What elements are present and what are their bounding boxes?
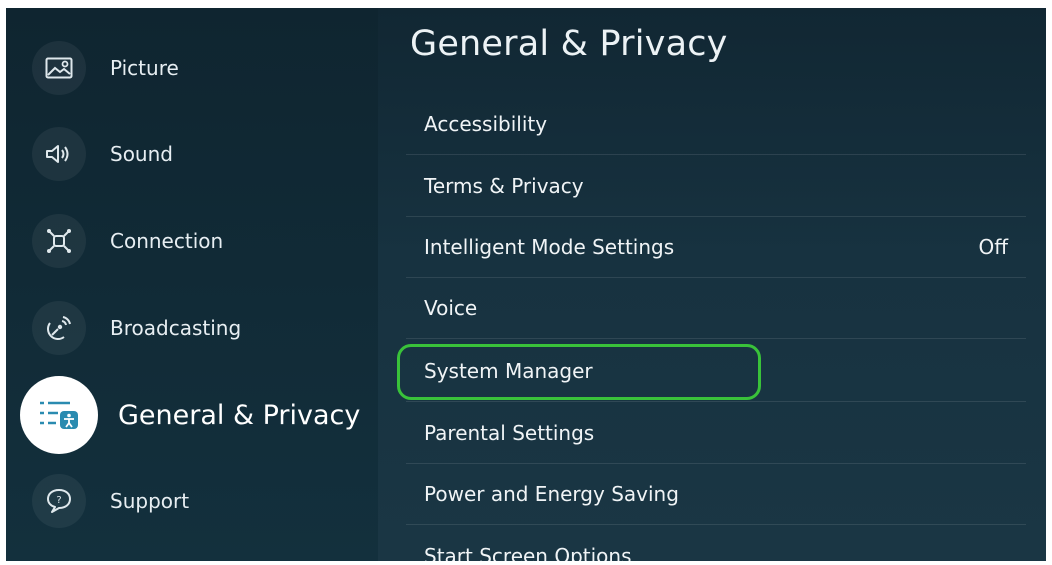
sidebar-item-label: Broadcasting <box>110 316 242 340</box>
menu-item-power-energy[interactable]: Power and Energy Saving <box>406 464 1026 525</box>
sidebar-item-label: General & Privacy <box>118 399 361 431</box>
picture-icon <box>32 41 86 95</box>
sidebar-item-label: Connection <box>110 229 224 253</box>
tv-settings-screen: Picture Sound Connection Broadcasting Ge… <box>6 8 1046 561</box>
svg-text:?: ? <box>56 495 61 506</box>
menu-item-label: Intelligent Mode Settings <box>424 235 675 259</box>
menu-item-label: Start Screen Options <box>424 543 632 562</box>
menu-item-terms-privacy[interactable]: Terms & Privacy <box>406 156 1026 217</box>
page-title: General & Privacy <box>410 24 728 64</box>
sidebar-item-connection[interactable]: Connection <box>32 211 223 271</box>
support-icon: ? <box>32 474 86 528</box>
menu-item-label: Voice <box>424 296 478 320</box>
menu-item-start-screen[interactable]: Start Screen Options <box>406 525 1026 562</box>
menu-item-parental-settings[interactable]: Parental Settings <box>406 403 1026 464</box>
menu-item-intelligent-mode[interactable]: Intelligent Mode Settings Off <box>406 217 1026 278</box>
menu-item-accessibility[interactable]: Accessibility <box>406 94 1026 155</box>
menu-item-label: Accessibility <box>424 112 548 136</box>
sidebar-item-label: Picture <box>110 56 179 80</box>
sidebar-item-picture[interactable]: Picture <box>32 38 179 98</box>
sidebar-item-general-privacy[interactable]: General & Privacy <box>20 376 361 454</box>
settings-main-panel: General & Privacy Accessibility Terms & … <box>397 8 1046 562</box>
menu-item-label: Terms & Privacy <box>424 174 584 198</box>
sound-icon <box>32 127 86 181</box>
menu-item-label: Parental Settings <box>424 421 595 445</box>
sidebar-item-label: Sound <box>110 142 173 166</box>
menu-item-value: Off <box>978 235 1008 259</box>
general-privacy-icon <box>20 376 98 454</box>
menu-item-label: Power and Energy Saving <box>424 482 679 506</box>
sidebar-item-support[interactable]: ? Support <box>32 471 189 531</box>
menu-item-voice[interactable]: Voice <box>406 278 1026 339</box>
sidebar-item-label: Support <box>110 489 190 513</box>
broadcasting-icon <box>32 301 86 355</box>
connection-icon <box>32 214 86 268</box>
menu-item-system-manager[interactable]: System Manager <box>406 341 1026 402</box>
settings-sidebar: Picture Sound Connection Broadcasting Ge… <box>6 8 378 561</box>
menu-item-label: System Manager <box>424 359 593 383</box>
sidebar-item-broadcasting[interactable]: Broadcasting <box>32 298 241 358</box>
sidebar-item-sound[interactable]: Sound <box>32 124 173 184</box>
